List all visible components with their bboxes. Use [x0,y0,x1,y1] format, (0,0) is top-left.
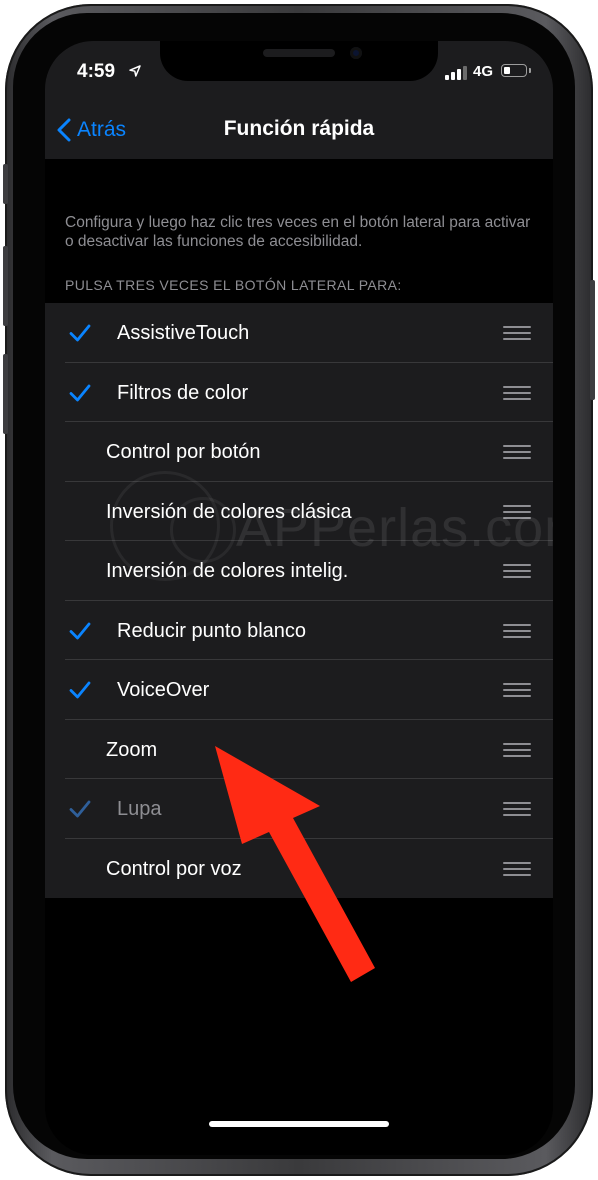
action-button [3,164,8,204]
reorder-grip-icon[interactable] [503,385,531,400]
volume-down-button [3,354,8,434]
battery-tip [529,68,531,73]
reorder-grip-icon[interactable] [503,623,531,638]
notch [160,41,438,81]
list-item-label: Inversión de colores intelig. [106,560,349,582]
reorder-grip-icon[interactable] [503,861,531,876]
page-title: Función rápida [223,117,375,140]
list-item[interactable]: Reducir punto blanco [45,601,553,660]
section-description: Configura y luego haz clic tres veces en… [65,214,531,250]
checkmark-icon [69,800,91,818]
location-arrow-icon [129,65,141,77]
checkmark-icon [69,681,91,699]
list-item-label: Inversión de colores clásica [106,500,352,523]
checkmark-icon [69,324,91,342]
list-item[interactable]: Filtros de color [45,363,553,422]
front-camera [350,47,362,59]
list-item-label: Lupa [117,798,162,820]
list-item-label: Zoom [106,738,158,761]
home-indicator[interactable] [209,1121,389,1127]
reorder-grip-icon[interactable] [503,445,531,459]
checkmark-icon [69,384,91,401]
section-header: PULSA TRES VECES EL BOTÓN LATERAL PARA: [65,277,402,293]
status-time: 4:59 [77,61,116,82]
list-item-label: Filtros de color [117,381,249,404]
list-item[interactable]: Inversión de colores clásica [45,482,553,541]
battery-level [504,67,510,74]
network-type: 4G [473,63,494,80]
reorder-grip-icon[interactable] [503,802,531,816]
list-item[interactable]: VoiceOver [45,660,553,720]
list-item[interactable]: Control por botón [45,422,553,482]
reorder-grip-icon[interactable] [503,326,531,340]
list-item-label: Control por botón [106,441,261,463]
list-item-label: VoiceOver [117,679,210,701]
list-item[interactable]: Inversión de colores intelig. [45,541,553,601]
cellular-signal-icon [445,66,467,80]
list-item[interactable]: AssistiveTouch [45,303,553,363]
phone-screen: 4:59 4G Atrás Función rápida Configura y… [45,41,553,1155]
checkmark-icon [69,622,91,639]
battery-icon [501,64,527,77]
reorder-grip-icon[interactable] [503,504,531,519]
earpiece-speaker [263,49,335,57]
annotation-arrow [215,746,375,982]
volume-up-button [3,246,8,326]
reorder-grip-icon[interactable] [503,564,531,578]
reorder-grip-icon[interactable] [503,683,531,697]
side-button [590,280,595,400]
list-item-label: Reducir punto blanco [117,619,307,642]
reorder-grip-icon[interactable] [503,742,531,757]
list-item-label: AssistiveTouch [117,322,250,344]
